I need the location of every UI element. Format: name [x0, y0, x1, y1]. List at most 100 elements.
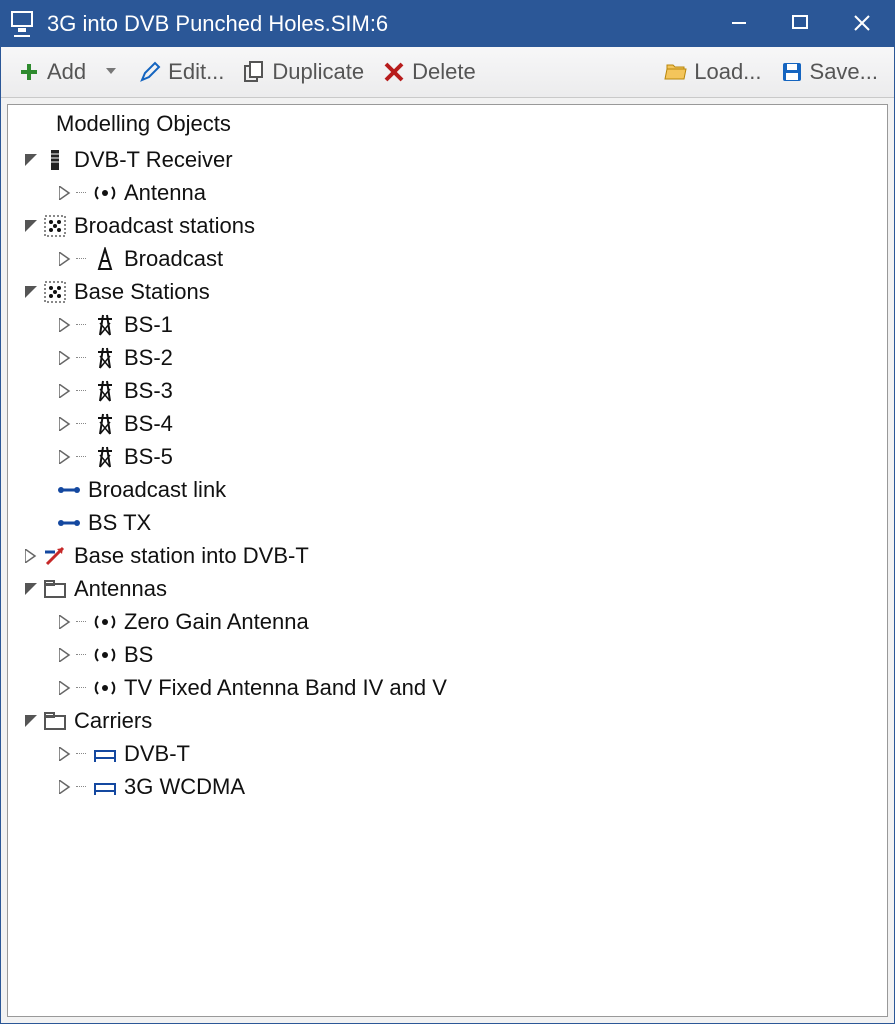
expander-open-icon[interactable] — [22, 283, 40, 301]
folder-icon — [42, 576, 68, 602]
edit-label: Edit... — [168, 59, 224, 85]
dots-box-icon — [42, 213, 68, 239]
tree-branch — [76, 770, 90, 803]
expander-closed-icon[interactable] — [22, 547, 40, 565]
load-button[interactable]: Load... — [658, 55, 767, 89]
link-icon — [56, 510, 82, 536]
receiver-icon — [42, 147, 68, 173]
add-dropdown[interactable] — [98, 56, 126, 88]
tree-header: Modelling Objects — [8, 109, 887, 143]
lattice-tower-icon — [92, 345, 118, 371]
tree-item-carrier-dvbt[interactable]: DVB-T — [8, 737, 887, 770]
lattice-tower-icon — [92, 444, 118, 470]
tree-item-bs-antenna[interactable]: BS — [8, 638, 887, 671]
expander-open-icon[interactable] — [22, 151, 40, 169]
tree-branch — [76, 176, 90, 209]
tree-branch — [76, 638, 90, 671]
tree-item-antenna[interactable]: Antenna — [8, 176, 887, 209]
tree-item-broadcast-stations[interactable]: Broadcast stations — [8, 209, 887, 242]
content-area: Modelling Objects DVB-T Receiver Antenna… — [1, 98, 894, 1023]
tree-label: BS-1 — [124, 312, 173, 338]
x-icon — [382, 60, 406, 84]
lattice-tower-icon — [92, 411, 118, 437]
minimize-button[interactable] — [708, 1, 770, 47]
tree-label: Broadcast link — [88, 477, 226, 503]
expander-closed-icon[interactable] — [56, 382, 74, 400]
expander-closed-icon[interactable] — [56, 613, 74, 631]
edit-button[interactable]: Edit... — [132, 55, 230, 89]
expander-closed-icon[interactable] — [56, 778, 74, 796]
tree-item-broadcast-link[interactable]: Broadcast link — [8, 473, 887, 506]
expander-closed-icon[interactable] — [56, 745, 74, 763]
expander-closed-icon[interactable] — [56, 349, 74, 367]
tree-label: Broadcast stations — [74, 213, 255, 239]
tree-label: BS-3 — [124, 378, 173, 404]
close-button[interactable] — [832, 1, 894, 47]
expander-open-icon[interactable] — [22, 712, 40, 730]
tree-label: BS-5 — [124, 444, 173, 470]
add-label: Add — [47, 59, 86, 85]
expander-open-icon[interactable] — [22, 580, 40, 598]
duplicate-icon — [242, 60, 266, 84]
expander-closed-icon[interactable] — [56, 316, 74, 334]
tree-item-broadcast[interactable]: Broadcast — [8, 242, 887, 275]
lattice-tower-icon — [92, 378, 118, 404]
tree-item-bs3[interactable]: BS-3 — [8, 374, 887, 407]
window: 3G into DVB Punched Holes.SIM:6 Add Edit… — [0, 0, 895, 1024]
plus-icon — [17, 60, 41, 84]
antenna-signal-icon — [92, 180, 118, 206]
tree-item-bs1[interactable]: BS-1 — [8, 308, 887, 341]
tree-item-bs2[interactable]: BS-2 — [8, 341, 887, 374]
tree-item-carriers[interactable]: Carriers — [8, 704, 887, 737]
tree-item-bs4[interactable]: BS-4 — [8, 407, 887, 440]
titlebar[interactable]: 3G into DVB Punched Holes.SIM:6 — [1, 1, 894, 47]
expander-closed-icon[interactable] — [56, 250, 74, 268]
maximize-button[interactable] — [770, 1, 832, 47]
add-button[interactable]: Add — [11, 55, 92, 89]
expander-closed-icon[interactable] — [56, 415, 74, 433]
tree-panel[interactable]: Modelling Objects DVB-T Receiver Antenna… — [7, 104, 888, 1017]
tree-item-zero-gain-antenna[interactable]: Zero Gain Antenna — [8, 605, 887, 638]
expander-closed-icon[interactable] — [56, 646, 74, 664]
tree-label: 3G WCDMA — [124, 774, 245, 800]
tree-label: Carriers — [74, 708, 152, 734]
delete-button[interactable]: Delete — [376, 55, 482, 89]
tree-item-bs-tx[interactable]: BS TX — [8, 506, 887, 539]
dots-box-icon — [42, 279, 68, 305]
tree-branch — [76, 605, 90, 638]
tree-branch — [76, 308, 90, 341]
folder-open-icon — [664, 60, 688, 84]
tree-branch — [76, 374, 90, 407]
broadcast-tower-icon — [92, 246, 118, 272]
duplicate-label: Duplicate — [272, 59, 364, 85]
tree-label: BS-4 — [124, 411, 173, 437]
tree-item-base-stations[interactable]: Base Stations — [8, 275, 887, 308]
expander-closed-icon[interactable] — [56, 184, 74, 202]
tree-label: BS TX — [88, 510, 151, 536]
expander-closed-icon[interactable] — [56, 679, 74, 697]
expander-closed-icon[interactable] — [56, 448, 74, 466]
tree-item-bs-into-dvbt[interactable]: Base station into DVB-T — [8, 539, 887, 572]
tree-label: TV Fixed Antenna Band IV and V — [124, 675, 447, 701]
carrier-icon — [92, 741, 118, 767]
duplicate-button[interactable]: Duplicate — [236, 55, 370, 89]
tree-branch — [76, 737, 90, 770]
tree-branch — [76, 407, 90, 440]
tree-label: Antennas — [74, 576, 167, 602]
load-label: Load... — [694, 59, 761, 85]
tree-label: DVB-T Receiver — [74, 147, 233, 173]
tree-item-dvbt-receiver[interactable]: DVB-T Receiver — [8, 143, 887, 176]
tree-branch — [76, 242, 90, 275]
save-button[interactable]: Save... — [774, 55, 884, 89]
window-title: 3G into DVB Punched Holes.SIM:6 — [47, 11, 388, 37]
pencil-icon — [138, 60, 162, 84]
tree-item-carrier-3g[interactable]: 3G WCDMA — [8, 770, 887, 803]
tree-label: DVB-T — [124, 741, 190, 767]
antenna-signal-icon — [92, 642, 118, 668]
tree-item-antennas[interactable]: Antennas — [8, 572, 887, 605]
tree-item-bs5[interactable]: BS-5 — [8, 440, 887, 473]
tree-branch — [76, 341, 90, 374]
expander-open-icon[interactable] — [22, 217, 40, 235]
tree-item-tv-fixed-antenna[interactable]: TV Fixed Antenna Band IV and V — [8, 671, 887, 704]
carrier-icon — [92, 774, 118, 800]
